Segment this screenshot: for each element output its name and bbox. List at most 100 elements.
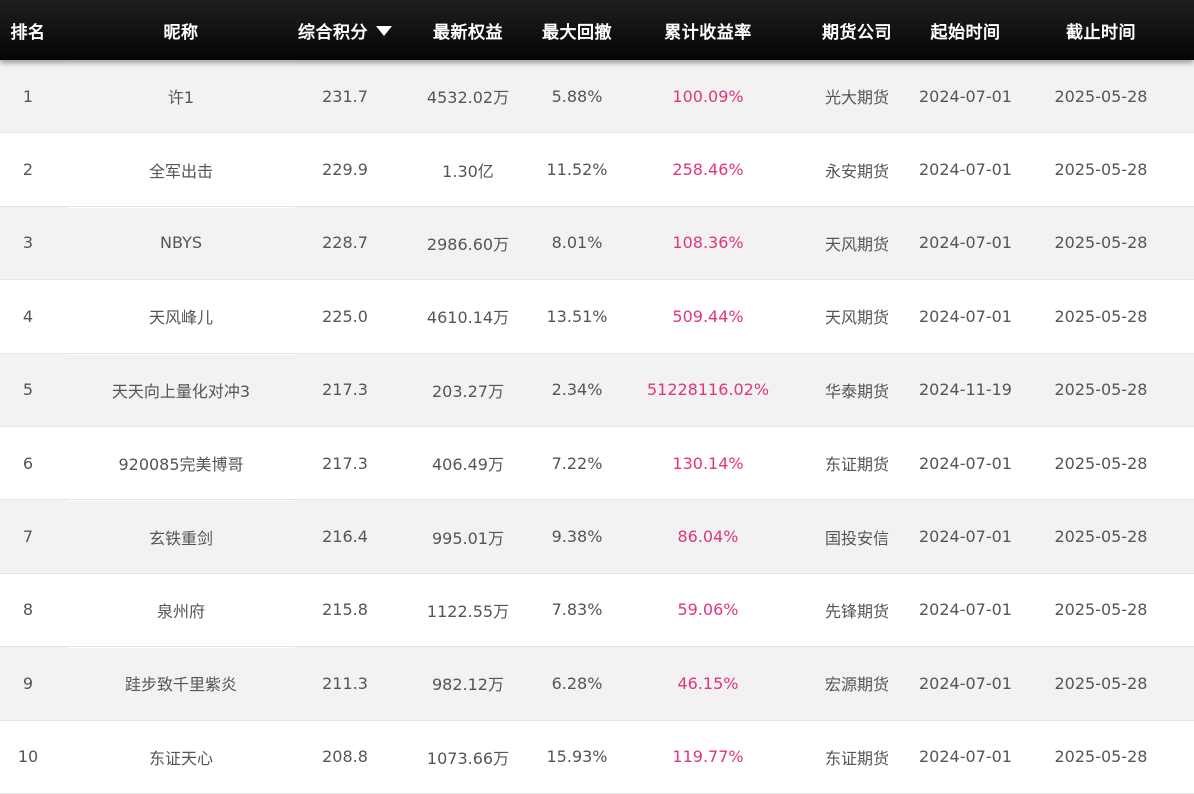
- column-header-name[interactable]: 昵称: [56, 0, 306, 60]
- name-cell[interactable]: 泉州府: [56, 574, 306, 646]
- name-cell[interactable]: 玄铁重剑: [56, 500, 306, 572]
- table-row[interactable]: 2 全军出击 229.9 1.30亿 11.52% 258.46% 永安期货 2…: [0, 133, 1194, 207]
- rank-cell: 1: [22, 86, 34, 106]
- rank-cell: 4: [22, 306, 34, 326]
- end-date-cell: 2025-05-28: [1054, 673, 1148, 693]
- table-row[interactable]: 7 玄铁重剑 216.4 995.01万 9.38% 86.04% 国投安信 2…: [0, 500, 1194, 574]
- start-date-cell: 2024-07-01: [919, 160, 1012, 180]
- start-date-cell: 2024-11-19: [919, 380, 1012, 400]
- column-header-score[interactable]: 综合积分: [298, 0, 392, 60]
- company-cell: 光大期货: [824, 88, 889, 108]
- rank-cell: 7: [22, 527, 34, 547]
- company-cell: 永安期货: [824, 161, 889, 181]
- equity-cell: 203.27万: [432, 381, 504, 401]
- name-cell[interactable]: 天天向上量化对冲3: [56, 353, 306, 426]
- end-date-cell: 2025-05-28: [1054, 747, 1148, 767]
- equity-cell: 2986.60万: [426, 234, 510, 254]
- name-cell[interactable]: 920085完美博哥: [56, 427, 306, 499]
- equity-cell: 1122.55万: [426, 601, 510, 621]
- start-date-cell: 2024-07-01: [919, 306, 1012, 326]
- score-cell: 215.8: [322, 600, 368, 620]
- end-date-cell: 2025-05-28: [1054, 86, 1148, 106]
- name-cell[interactable]: 跬步致千里紫炎: [56, 647, 306, 719]
- end-date-cell: 2025-05-28: [1054, 233, 1148, 253]
- score-cell: 217.3: [322, 453, 368, 473]
- column-header-company[interactable]: 期货公司: [814, 0, 900, 60]
- return-cell: 59.06%: [677, 600, 739, 620]
- return-cell: 258.46%: [672, 160, 744, 180]
- table-row[interactable]: 6 920085完美博哥 217.3 406.49万 7.22% 130.14%…: [0, 426, 1194, 501]
- return-cell: 86.04%: [677, 527, 739, 547]
- return-cell: 119.77%: [672, 747, 744, 767]
- ranking-table: 排名 昵称 综合积分 最新权益 最大回撤 累计收益率 期货公司 起始时间 截止时…: [0, 0, 1194, 794]
- table-row[interactable]: 1 许1 231.7 4532.02万 5.88% 100.09% 光大期货 2…: [0, 60, 1194, 134]
- start-date-cell: 2024-07-01: [919, 527, 1012, 547]
- drawdown-cell: 15.93%: [546, 747, 608, 767]
- drawdown-cell: 11.52%: [546, 160, 608, 180]
- company-cell: 宏源期货: [824, 675, 889, 695]
- equity-cell: 4610.14万: [426, 308, 510, 328]
- column-header-drawdown[interactable]: 最大回撤: [542, 0, 612, 60]
- company-cell: 先锋期货: [824, 601, 889, 621]
- name-cell[interactable]: NBYS: [56, 206, 306, 279]
- rank-cell: 10: [17, 747, 39, 767]
- end-date-cell: 2025-05-28: [1054, 306, 1148, 326]
- start-date-cell: 2024-07-01: [919, 86, 1012, 106]
- return-cell: 46.15%: [677, 673, 739, 693]
- name-cell[interactable]: 天风峰儿: [56, 280, 306, 352]
- column-header-return[interactable]: 累计收益率: [602, 0, 814, 60]
- table-row[interactable]: 8 泉州府 215.8 1122.55万 7.83% 59.06% 先锋期货 2…: [0, 573, 1194, 648]
- end-date-cell: 2025-05-28: [1054, 453, 1148, 473]
- table-header: 排名 昵称 综合积分 最新权益 最大回撤 累计收益率 期货公司 起始时间 截止时…: [0, 0, 1194, 60]
- score-cell: 211.3: [322, 673, 368, 693]
- end-date-cell: 2025-05-28: [1054, 600, 1148, 620]
- equity-cell: 995.01万: [432, 528, 504, 548]
- equity-cell: 982.12万: [432, 675, 504, 695]
- end-date-cell: 2025-05-28: [1054, 527, 1148, 547]
- score-cell: 208.8: [322, 747, 368, 767]
- drawdown-cell: 13.51%: [546, 306, 608, 326]
- drawdown-cell: 9.38%: [551, 527, 603, 547]
- equity-cell: 406.49万: [432, 455, 504, 475]
- company-cell: 国投安信: [824, 528, 889, 548]
- score-cell: 225.0: [322, 306, 368, 326]
- score-cell: 229.9: [322, 160, 368, 180]
- name-cell[interactable]: 东证天心: [56, 721, 306, 793]
- table-row[interactable]: 4 天风峰儿 225.0 4610.14万 13.51% 509.44% 天风期…: [0, 280, 1194, 354]
- score-cell: 216.4: [322, 527, 368, 547]
- score-cell: 231.7: [322, 86, 368, 106]
- table-row[interactable]: 10 东证天心 208.8 1073.66万 15.93% 119.77% 东证…: [0, 720, 1194, 794]
- drawdown-cell: 7.83%: [551, 600, 603, 620]
- table-row[interactable]: 9 跬步致千里紫炎 211.3 982.12万 6.28% 46.15% 宏源期…: [0, 647, 1194, 721]
- column-header-end-date[interactable]: 截止时间: [1031, 0, 1171, 60]
- company-cell: 东证期货: [824, 455, 889, 475]
- rank-cell: 8: [22, 600, 34, 620]
- column-header-rank[interactable]: 排名: [0, 0, 56, 60]
- company-cell: 天风期货: [824, 234, 889, 254]
- return-cell: 100.09%: [672, 86, 744, 106]
- end-date-cell: 2025-05-28: [1054, 380, 1148, 400]
- drawdown-cell: 8.01%: [551, 233, 603, 253]
- table-row[interactable]: 5 天天向上量化对冲3 217.3 203.27万 2.34% 51228116…: [0, 353, 1194, 427]
- start-date-cell: 2024-07-01: [919, 673, 1012, 693]
- rank-cell: 9: [22, 673, 34, 693]
- name-cell[interactable]: 许1: [56, 60, 306, 132]
- return-cell: 130.14%: [672, 453, 744, 473]
- score-cell: 217.3: [322, 380, 368, 400]
- company-cell: 华泰期货: [824, 381, 889, 401]
- column-header-score-label: 综合积分: [298, 22, 368, 43]
- column-header-start-date[interactable]: 起始时间: [900, 0, 1031, 60]
- rank-cell: 3: [22, 233, 34, 253]
- start-date-cell: 2024-07-01: [919, 233, 1012, 253]
- table-row[interactable]: 3 NBYS 228.7 2986.60万 8.01% 108.36% 天风期货…: [0, 206, 1194, 281]
- score-cell: 228.7: [322, 233, 368, 253]
- return-cell: 51228116.02%: [646, 380, 770, 400]
- drawdown-cell: 2.34%: [551, 380, 603, 400]
- company-cell: 天风期货: [824, 308, 889, 328]
- name-cell[interactable]: 全军出击: [56, 133, 306, 205]
- return-cell: 509.44%: [672, 306, 744, 326]
- column-header-equity[interactable]: 最新权益: [384, 0, 552, 60]
- rank-cell: 6: [22, 453, 34, 473]
- equity-cell: 1.30亿: [442, 161, 494, 181]
- rank-cell: 2: [22, 160, 34, 180]
